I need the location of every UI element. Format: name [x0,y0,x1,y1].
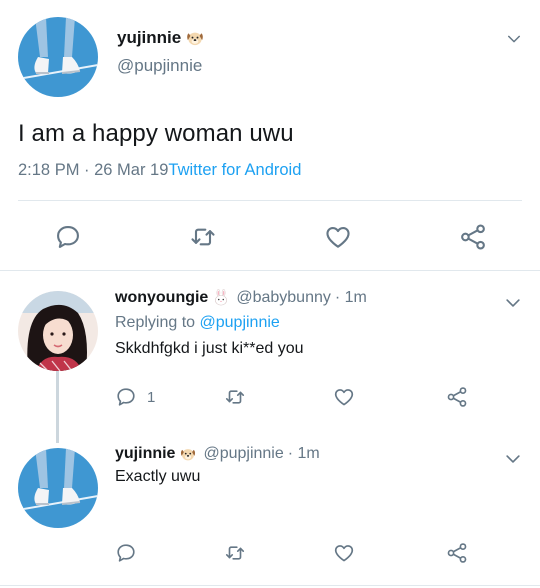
chevron-down-icon [503,449,523,469]
share-icon [459,223,487,251]
reply-count: 1 [147,388,156,406]
comment-bubble-icon [115,386,137,408]
share-icon [446,386,468,408]
dog-face-emoji-icon [179,445,197,463]
thread-connector-line [56,371,59,443]
share-button-main[interactable] [459,223,487,251]
heart-icon [333,386,355,408]
avatar-photo-reply-2 [18,448,98,528]
retweet-icon [224,542,246,564]
reply-2-text: Exactly uwu [115,468,201,485]
divider [18,200,522,201]
like-button-main[interactable] [324,223,352,251]
replying-to-mention[interactable]: @pupjinnie [200,314,280,331]
chevron-down-icon [503,293,523,313]
main-handle[interactable]: @pupjinnie [117,56,202,76]
reply-1-time: · 1m [334,289,367,306]
main-tweet-meta: 2:18 PM · 26 Mar 19Twitter for Android [18,161,301,180]
retweet-icon [224,386,246,408]
main-display-name[interactable]: yujinnie [117,28,205,48]
reply-1-handle[interactable]: @babybunny [236,289,331,307]
heart-icon [324,223,352,251]
reply-button-reply-1[interactable]: 1 [115,386,155,408]
main-tweet-text: I am a happy woman uwu [18,120,294,147]
reply-2-display-name[interactable]: yujinnie [115,445,175,463]
reply-2-time: · 1m [287,445,320,462]
tweet-timestamp: 2:18 PM · 26 Mar 19 [18,161,169,179]
replying-to-label: Replying to [115,314,196,331]
comment-bubble-icon [54,223,82,251]
reply-button-main[interactable] [54,223,82,251]
tweet-menu-chevron[interactable] [505,30,523,48]
heart-icon [333,542,355,564]
tweet-source-link[interactable]: Twitter for Android [168,161,301,179]
share-button-reply-1[interactable] [446,386,468,408]
reply-2-header: yujinnie @pupjinnie · 1m [115,445,320,463]
retweet-button-main[interactable] [189,223,217,251]
avatar-photo-reply-1 [18,291,98,371]
reply-button-reply-2[interactable] [115,542,137,564]
share-button-reply-2[interactable] [446,542,468,564]
reply-1-replying-to: Replying to @pupjinnie [115,314,280,332]
retweet-button-reply-1[interactable] [224,386,246,408]
reply-1-menu-chevron[interactable] [503,293,523,313]
avatar-photo-main [18,17,98,97]
retweet-icon [189,223,217,251]
avatar-reply-1[interactable] [18,291,98,371]
rabbit-face-emoji-icon [212,289,230,307]
avatar-reply-2[interactable] [18,448,98,528]
reply-1-display-name[interactable]: wonyoungie [115,289,208,307]
like-button-reply-2[interactable] [333,542,355,564]
reply-2-menu-chevron[interactable] [503,449,523,469]
avatar-main[interactable] [18,17,98,97]
share-icon [446,542,468,564]
retweet-button-reply-2[interactable] [224,542,246,564]
reply-1-header: wonyoungie @babybunny · 1m [115,289,367,307]
chevron-down-icon [505,30,523,48]
like-button-reply-1[interactable] [333,386,355,408]
dog-face-emoji-icon [185,28,205,48]
reply-2-handle[interactable]: @pupjinnie [203,445,283,463]
reply-1-text: Skkdhfgkd i just ki**ed you [115,340,304,357]
divider [0,270,540,271]
divider [0,585,540,586]
comment-bubble-icon [115,542,137,564]
display-name-text: yujinnie [117,28,182,47]
